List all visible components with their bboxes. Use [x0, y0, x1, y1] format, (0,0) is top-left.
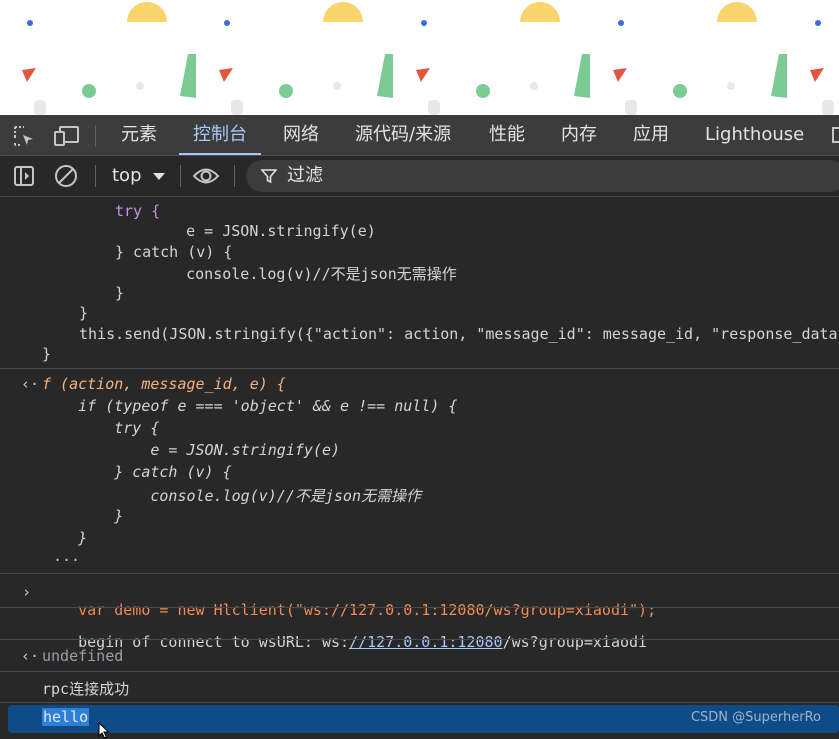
selected-text[interactable]: hello — [42, 708, 90, 726]
code-line: e = JSON.stringify(e) — [150, 222, 376, 240]
console-output[interactable]: try { e = JSON.stringify(e) } catch (v) … — [0, 197, 839, 739]
code-line: } — [42, 345, 51, 363]
log-suffix: /ws?group=xiaodi — [502, 633, 648, 651]
ellipsis-text: ... — [53, 547, 81, 565]
message-divider — [0, 671, 839, 672]
code-text: console.log(v)//不是json无需操作 — [150, 265, 457, 283]
tab-console[interactable]: 控制台 — [179, 115, 261, 155]
page-banner — [0, 0, 839, 115]
code-line: this.send(JSON.stringify({"action": acti… — [79, 325, 839, 343]
log-link[interactable]: //127.0.0.1:12080 — [349, 633, 503, 651]
tab-memory[interactable]: 内存 — [561, 115, 597, 155]
code-line: } — [79, 304, 88, 322]
result-text: } — [42, 507, 124, 525]
inspect-element-icon[interactable] — [13, 125, 35, 151]
result-line: try { — [42, 419, 159, 437]
message-divider — [0, 607, 839, 608]
result-line: } catch (v) { — [42, 463, 232, 481]
result-text: } catch (v) { — [42, 463, 232, 481]
log-message: rpc连接成功 — [42, 678, 129, 699]
toolbar-separator — [95, 165, 96, 187]
filter-placeholder: 过滤 — [287, 165, 323, 186]
code-text: } — [115, 284, 125, 302]
rpc-text: rpc连接成功 — [42, 680, 130, 698]
tab-bar-separator — [95, 125, 96, 147]
result-line: e = JSON.stringify(e) — [42, 441, 340, 459]
message-divider — [0, 368, 839, 369]
result-text: if (typeof e === 'object' && e !== null)… — [42, 397, 458, 415]
code-line: try { — [115, 202, 160, 220]
result-text: e = JSON.stringify(e) — [42, 441, 341, 459]
filter-input[interactable]: 过滤 — [246, 160, 839, 192]
tab-sources[interactable]: 源代码/来源 — [355, 115, 451, 155]
expand-ellipsis[interactable]: ... — [53, 547, 80, 565]
toolbar-separator — [180, 165, 181, 187]
result-line[interactable]: f (action, message_id, e) { — [42, 375, 286, 393]
code-text: } catch (v) { — [115, 243, 233, 261]
result-text: f (action, message_id, e) { — [42, 375, 286, 393]
eye-icon[interactable] — [192, 165, 220, 191]
sidebar-toggle-icon[interactable] — [13, 165, 35, 191]
message-divider — [0, 573, 839, 574]
input-chevron-icon: › — [22, 583, 32, 601]
context-selector[interactable]: top — [112, 160, 166, 192]
result-arrow-icon: ‹· — [21, 375, 40, 393]
toolbar-separator — [234, 165, 235, 187]
result-line: } — [42, 507, 123, 525]
mouse-cursor-icon — [98, 721, 110, 739]
code-text: this.send(JSON.stringify({"action": acti… — [79, 325, 839, 343]
message-divider — [0, 639, 839, 640]
tab-performance[interactable]: 性能 — [489, 115, 525, 155]
watermark: CSDN @SuperherRo — [690, 710, 821, 725]
filter-icon — [260, 168, 278, 188]
undefined-result: undefined — [42, 647, 123, 665]
more-tabs-icon[interactable] — [832, 127, 839, 143]
result-line: if (typeof e === 'object' && e !== null)… — [42, 397, 457, 415]
devtools-tab-bar: 元素 控制台 网络 源代码/来源 性能 内存 应用 Lighthouse — [0, 115, 839, 156]
code-line: } — [115, 284, 124, 302]
result-arrow-icon: ‹· — [21, 647, 40, 665]
undefined-text: undefined — [42, 647, 124, 665]
device-toolbar-icon[interactable] — [54, 125, 80, 151]
tab-lighthouse[interactable]: Lighthouse — [705, 115, 804, 155]
result-line: } — [42, 529, 87, 547]
code-text: e = JSON.stringify(e) — [150, 222, 376, 240]
code-text: } — [79, 304, 89, 322]
tab-network[interactable]: 网络 — [283, 115, 319, 155]
result-text: console.log(v)//不是json无需操作 — [42, 487, 421, 505]
cut-off-line — [80, 197, 89, 207]
clear-console-icon[interactable] — [54, 164, 78, 192]
tab-elements[interactable]: 元素 — [121, 115, 157, 155]
code-text: try { — [115, 202, 161, 220]
chevron-down-icon — [153, 172, 166, 180]
message-divider — [0, 702, 839, 703]
result-line: console.log(v)//不是json无需操作 — [42, 485, 421, 506]
code-text: } — [42, 345, 52, 363]
result-text: try { — [42, 419, 160, 437]
result-text: } — [42, 529, 88, 547]
code-line: } catch (v) { — [115, 243, 232, 261]
log-message: begin of connect to wsURL: ws://127.0.0.… — [42, 615, 647, 669]
tab-application[interactable]: 应用 — [633, 115, 669, 155]
code-line: console.log(v)//不是json无需操作 — [150, 263, 457, 284]
console-toolbar: top 过滤 — [0, 156, 839, 197]
context-value: top — [112, 165, 142, 186]
